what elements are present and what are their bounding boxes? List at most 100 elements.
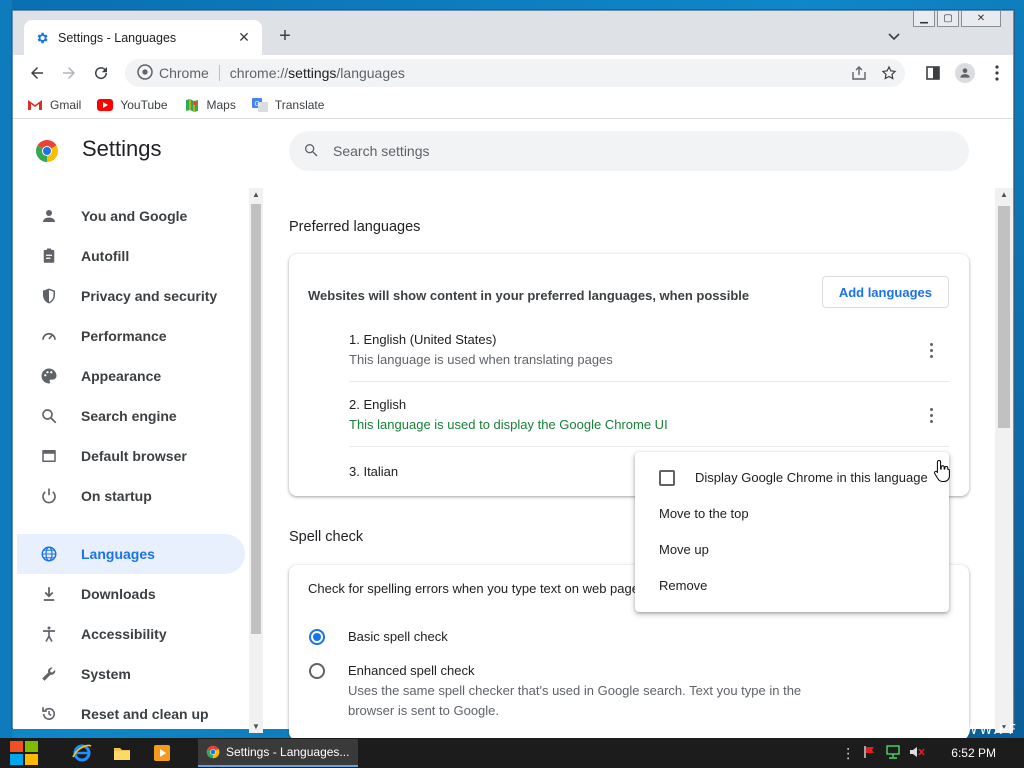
- language-context-menu: Display Google Chrome in this language M…: [635, 452, 949, 612]
- sidebar-item-search-engine[interactable]: Search engine: [17, 396, 245, 436]
- sidebar-item-appearance[interactable]: Appearance: [17, 356, 245, 396]
- tray-overflow-icon[interactable]: ⋮: [841, 745, 855, 762]
- sidebar-scrollbar[interactable]: ▲ ▼: [249, 188, 263, 733]
- sidebar-item-label: Autofill: [81, 248, 130, 264]
- tab-search-chevron-icon[interactable]: [887, 29, 903, 45]
- sidebar-item-label: Reset and clean up: [81, 706, 209, 722]
- menu-item-move-up[interactable]: Move up: [659, 542, 709, 557]
- sidebar-item-default-browser[interactable]: Default browser: [17, 436, 245, 476]
- volume-muted-icon[interactable]: [909, 745, 925, 762]
- chrome-menu-icon[interactable]: [981, 59, 1013, 87]
- url-prefix: chrome://: [229, 65, 289, 81]
- main-scroll-thumb[interactable]: [998, 206, 1010, 428]
- new-tab-button[interactable]: +: [275, 26, 295, 47]
- taskbar-clock[interactable]: 6:52 PM: [951, 746, 996, 760]
- profile-button[interactable]: [949, 59, 981, 87]
- address-bar[interactable]: Chrome chrome://settings/languages: [125, 59, 905, 87]
- forward-button[interactable]: [53, 59, 85, 87]
- url-host: settings: [288, 65, 337, 81]
- share-icon[interactable]: [851, 65, 867, 84]
- search-input[interactable]: [333, 143, 833, 159]
- sidebar-item-you-and-google[interactable]: You and Google: [17, 196, 245, 236]
- sidebar-item-autofill[interactable]: Autofill: [17, 236, 245, 276]
- preferred-languages-heading: Preferred languages: [289, 219, 421, 235]
- bookmark-label: Maps: [206, 97, 236, 112]
- sidebar-item-on-startup[interactable]: On startup: [17, 476, 245, 516]
- sidebar-item-system[interactable]: System: [17, 654, 245, 694]
- display-in-language-checkbox[interactable]: [659, 470, 675, 486]
- basic-spell-check-radio[interactable]: [309, 629, 325, 645]
- preferred-languages-description: Websites will show content in your prefe…: [308, 288, 750, 303]
- settings-gear-icon: [34, 30, 50, 46]
- palette-icon: [39, 366, 59, 386]
- display-in-language-label[interactable]: Display Google Chrome in this language: [695, 470, 928, 485]
- sidebar-scroll-thumb[interactable]: [251, 204, 261, 634]
- more-actions-icon[interactable]: [923, 405, 939, 425]
- maximize-button[interactable]: ▢: [937, 11, 959, 27]
- more-actions-icon[interactable]: [923, 340, 939, 360]
- toolbar-right: [917, 59, 1013, 87]
- scroll-up-arrow-icon[interactable]: ▲: [1000, 190, 1008, 199]
- sidebar-item-label: Default browser: [81, 448, 187, 464]
- shield-icon: [39, 286, 59, 306]
- watermark-text: WWW.FF: [949, 723, 1018, 738]
- sidebar-item-label: On startup: [81, 488, 152, 504]
- person-icon: [39, 206, 59, 226]
- main-scrollbar[interactable]: ▲ ▼: [995, 188, 1013, 733]
- power-icon: [39, 486, 59, 506]
- maps-icon: [184, 98, 200, 112]
- settings-sidebar: You and Google Autofill Privacy and secu…: [13, 188, 263, 729]
- divider: [349, 381, 949, 382]
- bookmark-maps[interactable]: Maps: [184, 98, 236, 112]
- settings-search-box[interactable]: [289, 131, 969, 171]
- bookmark-gmail[interactable]: Gmail: [27, 98, 81, 112]
- scroll-down-arrow-icon[interactable]: ▼: [252, 722, 260, 731]
- bookmark-youtube[interactable]: YouTube: [97, 97, 168, 112]
- internet-explorer-icon[interactable]: [62, 738, 102, 768]
- omnibox-chrome-label: Chrome: [159, 65, 209, 81]
- close-tab-icon[interactable]: ✕: [236, 29, 252, 46]
- media-player-icon[interactable]: [142, 738, 182, 768]
- taskbar-task-label: Settings - Languages...: [226, 745, 350, 759]
- action-center-flag-icon[interactable]: [863, 745, 877, 762]
- language-note: This language is used when translating p…: [349, 352, 613, 367]
- sidebar-item-label: Performance: [81, 328, 167, 344]
- menu-item-move-to-top[interactable]: Move to the top: [659, 506, 749, 521]
- minimize-button[interactable]: ▁: [913, 11, 935, 27]
- back-button[interactable]: [21, 59, 53, 87]
- bookmark-label: Translate: [274, 97, 325, 112]
- window-controls: ▁ ▢ ✕: [913, 11, 1001, 27]
- side-panel-icon[interactable]: [917, 59, 949, 87]
- enhanced-spell-check-label[interactable]: Enhanced spell check: [348, 663, 474, 678]
- sidebar-item-accessibility[interactable]: Accessibility: [17, 614, 245, 654]
- bookmark-star-icon[interactable]: [881, 65, 897, 84]
- enhanced-spell-check-detail: browser is sent to Google.: [348, 703, 500, 718]
- sidebar-item-languages[interactable]: Languages: [17, 534, 245, 574]
- menu-item-remove[interactable]: Remove: [659, 578, 707, 593]
- reload-button[interactable]: [85, 59, 117, 87]
- network-icon[interactable]: [885, 744, 901, 762]
- enhanced-spell-check-radio[interactable]: [309, 663, 325, 679]
- sidebar-item-downloads[interactable]: Downloads: [17, 574, 245, 614]
- sidebar-item-privacy-and-security[interactable]: Privacy and security: [17, 276, 245, 316]
- scroll-up-arrow-icon[interactable]: ▲: [252, 190, 260, 199]
- omnibox-divider: [218, 65, 220, 81]
- avatar: [955, 63, 975, 83]
- language-note: This language is used to display the Goo…: [349, 417, 668, 432]
- add-languages-button[interactable]: Add languages: [821, 276, 949, 308]
- settings-page: Settings You and Google Autofill Privacy…: [13, 120, 1013, 740]
- taskbar-chrome-task[interactable]: Settings - Languages...: [198, 739, 358, 767]
- basic-spell-check-label[interactable]: Basic spell check: [348, 629, 448, 644]
- download-icon: [39, 584, 59, 604]
- bookmark-label: YouTube: [120, 97, 168, 112]
- start-button[interactable]: [6, 738, 42, 768]
- sidebar-item-label: System: [81, 666, 131, 682]
- sidebar-item-reset-and-clean-up[interactable]: Reset and clean up: [17, 694, 245, 734]
- url-path: /languages: [336, 65, 405, 81]
- tab-settings-languages[interactable]: Settings - Languages ✕: [24, 20, 262, 55]
- file-explorer-icon[interactable]: [102, 738, 142, 768]
- close-window-button[interactable]: ✕: [961, 11, 1001, 27]
- sidebar-item-label: Privacy and security: [81, 288, 218, 304]
- sidebar-item-performance[interactable]: Performance: [17, 316, 245, 356]
- bookmark-translate[interactable]: G Translate: [251, 97, 325, 112]
